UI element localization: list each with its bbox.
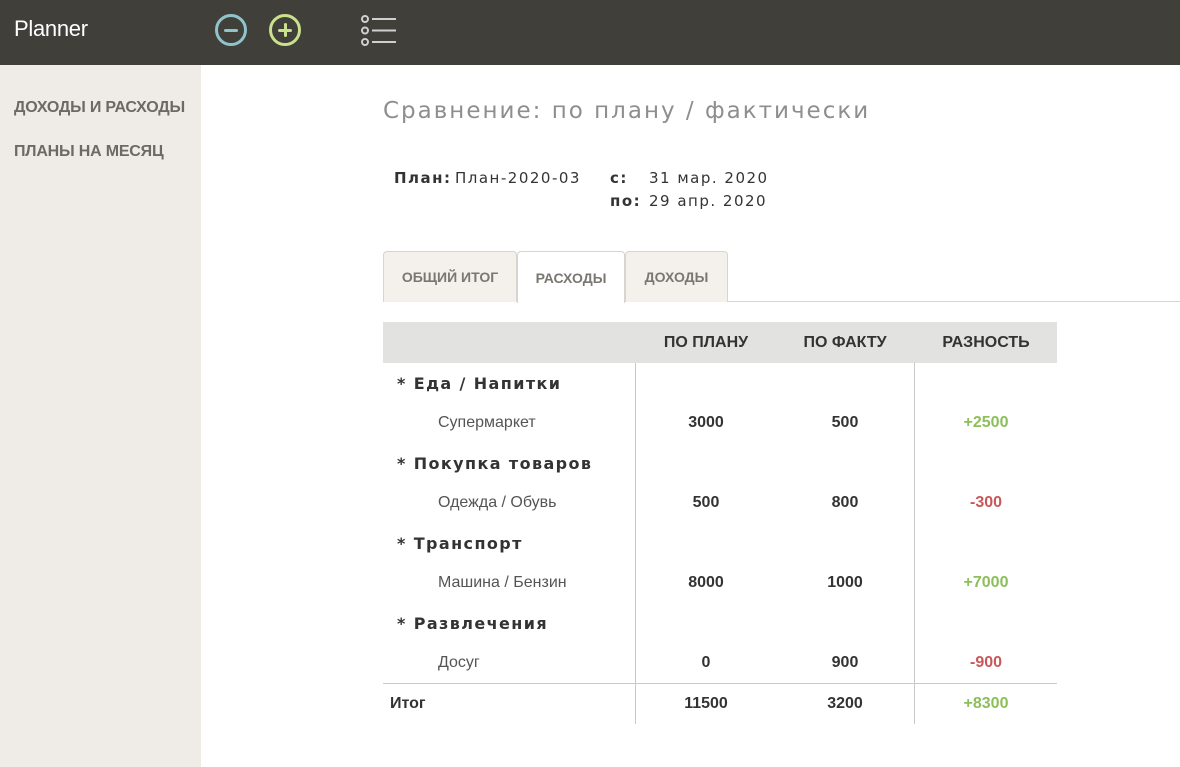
diff-value-cell: -300 <box>969 494 1003 511</box>
diff-value-cell: +7000 <box>963 574 1009 591</box>
category-row: * Покупка товаров <box>397 454 593 473</box>
total-plan: 11500 <box>684 695 728 712</box>
sidebar-item-income-expenses[interactable]: ДОХОДЫ И РАСХОДЫ <box>14 99 185 117</box>
to-date: 29 апр. 2020 <box>649 192 768 210</box>
column-header-diff: РАЗНОСТЬ <box>942 334 1030 351</box>
plan-value-cell: 3000 <box>688 414 724 431</box>
plan-value-cell: 500 <box>692 494 720 511</box>
tab-income[interactable]: ДОХОДЫ <box>625 251 728 302</box>
fact-value-cell: 500 <box>831 414 859 431</box>
item-name: Супермаркет <box>438 414 536 431</box>
category-row: * Транспорт <box>397 534 523 553</box>
plan-value: План-2020-03 <box>455 169 581 187</box>
plan-label: План: <box>394 169 452 187</box>
tab-expenses[interactable]: РАСХОДЫ <box>517 251 625 303</box>
item-name: Одежда / Обувь <box>438 494 557 511</box>
plan-value-cell: 0 <box>701 654 711 671</box>
minus-bar <box>224 28 238 32</box>
list-icon[interactable] <box>360 14 398 47</box>
total-diff: +8300 <box>963 695 1009 712</box>
to-label: по: <box>610 192 642 210</box>
category-row: * Развлечения <box>397 614 549 633</box>
fact-value-cell: 1000 <box>827 574 863 591</box>
app-title: Planner <box>14 16 88 41</box>
fact-value-cell: 800 <box>831 494 859 511</box>
top-bar: Planner <box>0 0 1180 65</box>
plus-circle-icon[interactable] <box>269 14 301 46</box>
from-date: 31 мар. 2020 <box>649 169 769 187</box>
item-name: Досуг <box>438 654 480 671</box>
column-header-fact: ПО ФАКТУ <box>803 334 887 351</box>
tab-total[interactable]: ОБЩИЙ ИТОГ <box>383 251 517 302</box>
diff-value-cell: -900 <box>969 654 1003 671</box>
plan-value-cell: 8000 <box>688 574 724 591</box>
minus-circle-icon[interactable] <box>215 14 247 46</box>
from-label: с: <box>610 169 628 187</box>
page-title: Сравнение: по плану / фактически <box>383 98 871 124</box>
total-fact: 3200 <box>827 695 863 712</box>
diff-value-cell: +2500 <box>963 414 1009 431</box>
category-row: * Еда / Напитки <box>397 374 562 393</box>
sidebar-item-monthly-plans[interactable]: ПЛАНЫ НА МЕСЯЦ <box>14 143 164 161</box>
fact-value-cell: 900 <box>831 654 859 671</box>
plus-bar-vertical <box>283 23 287 37</box>
item-name: Машина / Бензин <box>438 574 567 591</box>
sidebar: ДОХОДЫ И РАСХОДЫ ПЛАНЫ НА МЕСЯЦ <box>0 65 201 767</box>
column-header-plan: ПО ПЛАНУ <box>663 334 749 351</box>
total-label: Итог <box>390 695 426 712</box>
total-divider <box>383 683 1057 684</box>
